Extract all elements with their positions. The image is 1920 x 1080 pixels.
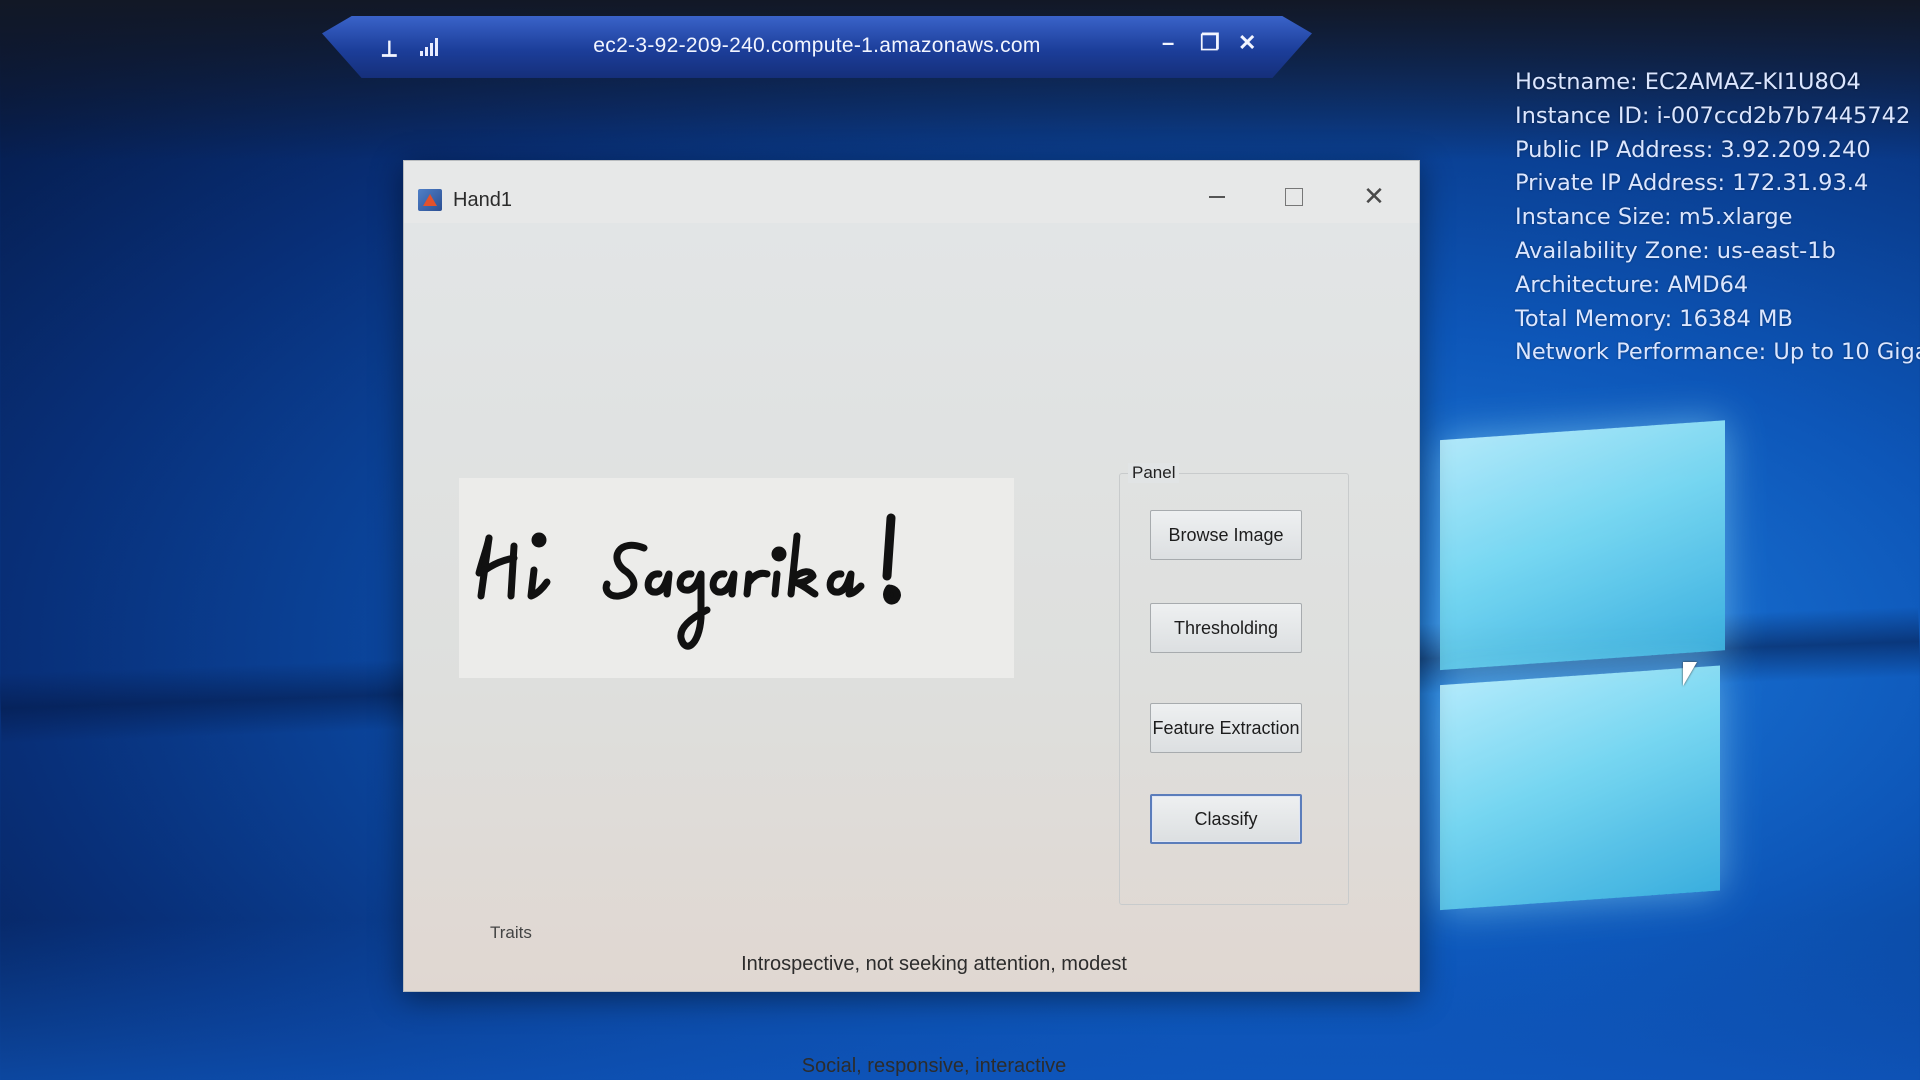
- browse-image-button[interactable]: Browse Image: [1150, 510, 1302, 560]
- hostname: Hostname: EC2AMAZ-KI1U8O4: [1515, 69, 1861, 95]
- classify-button[interactable]: Classify: [1150, 794, 1302, 844]
- availability-zone: Availability Zone: us-east-1b: [1515, 237, 1836, 264]
- maximize-icon: [1285, 188, 1303, 207]
- instance-size: Instance Size: m5.xlarge: [1515, 204, 1793, 231]
- handwriting-image: [459, 478, 1014, 678]
- trait-result-2: Social, responsive, interactive: [801, 1055, 1067, 1077]
- remote-desktop-connection-bar: ⟂ ec2-3-92-209-240.compute-1.amazonaws.c…: [322, 16, 1312, 78]
- architecture: Architecture: AMD64: [1515, 271, 1749, 298]
- control-panel: Panel Browse Image Thresholding Feature …: [1119, 463, 1349, 905]
- rdp-restore-button[interactable]: ❐: [1200, 30, 1220, 56]
- handwriting-drawing: [475, 513, 901, 650]
- matlab-app-icon: [418, 189, 442, 211]
- window-maximize-button[interactable]: [1271, 179, 1317, 213]
- trait-result-1: Introspective, not seeking attention, mo…: [741, 953, 1127, 975]
- mouse-cursor-icon: [1683, 662, 1697, 686]
- panel-title: Panel: [1128, 463, 1180, 483]
- total-memory: Total Memory: 16384 MB: [1515, 305, 1793, 332]
- minimize-icon: [1209, 196, 1225, 198]
- logo-pane-bottom: [1440, 665, 1720, 911]
- window-close-button[interactable]: ✕: [1351, 179, 1397, 213]
- private-ip: Private IP Address: 172.31.93.4: [1515, 170, 1869, 197]
- window-titlebar[interactable]: Hand1 ✕: [404, 161, 1419, 223]
- window-content: Panel Browse Image Thresholding Feature …: [404, 223, 1419, 1077]
- rdp-close-button[interactable]: ✕: [1238, 30, 1256, 56]
- rdp-minimize-button[interactable]: –: [1162, 30, 1174, 56]
- public-ip: Public IP Address: 3.92.209.240: [1515, 136, 1871, 163]
- window-title: Hand1: [453, 189, 512, 211]
- network-performance: Network Performance: Up to 10 Giga: [1515, 339, 1920, 366]
- instance-id: Instance ID: i-007ccd2b7b7445742: [1515, 102, 1911, 129]
- traits-label: Traits: [490, 923, 532, 942]
- feature-extraction-button[interactable]: Feature Extraction: [1150, 703, 1302, 753]
- thresholding-button[interactable]: Thresholding: [1150, 603, 1302, 653]
- instance-info-overlay: Hostname: EC2AMAZ-KI1U8O4 Instance ID: i…: [1515, 66, 1920, 370]
- hand1-window: Hand1 ✕ Panel Browse Image Thresholding …: [403, 160, 1420, 1077]
- logo-pane-top: [1440, 420, 1725, 671]
- window-minimize-button[interactable]: [1194, 179, 1240, 213]
